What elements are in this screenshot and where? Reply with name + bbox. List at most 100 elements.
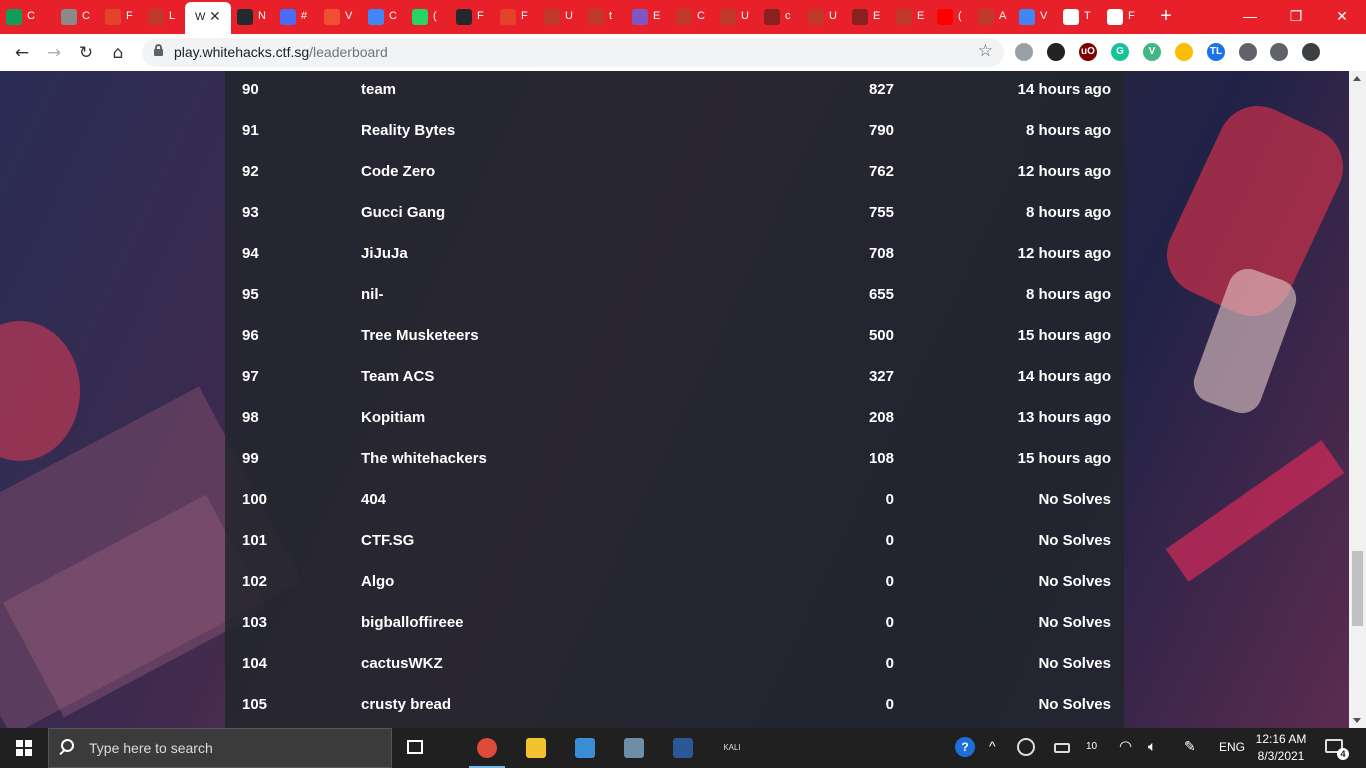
address-bar[interactable]: play.whitehacks.ctf.sg/leaderboard ☆	[142, 38, 1004, 67]
background-disc-shape	[0, 321, 80, 461]
rank-cell: 103	[242, 614, 268, 631]
browser-tab[interactable]: T	[1057, 5, 1099, 30]
team-name-link[interactable]: nil-	[361, 286, 384, 303]
reload-button[interactable]: ↻	[74, 41, 98, 65]
close-tab-icon[interactable]: ✕	[209, 9, 221, 25]
team-name-link[interactable]: Tree Musketeers	[361, 327, 479, 344]
snipping-tool-icon[interactable]	[622, 736, 646, 760]
puzzle-extension-icon[interactable]	[1239, 43, 1257, 61]
vue-extension-icon[interactable]: V	[1143, 43, 1161, 61]
chrome-icon[interactable]	[469, 736, 505, 768]
browser-tab[interactable]: F	[494, 5, 536, 30]
battery-icon[interactable]	[1054, 743, 1070, 753]
browser-tab[interactable]: U	[714, 5, 756, 30]
kali-icon[interactable]: KALI	[720, 736, 744, 760]
leaderboard-row: 99 The whitehackers 108 15 hours ago	[225, 440, 1124, 481]
browser-tab[interactable]: (	[406, 5, 448, 30]
browser-tab[interactable]: N	[231, 5, 273, 30]
translate-extension-icon[interactable]: TL	[1207, 43, 1225, 61]
url-text[interactable]: play.whitehacks.ctf.sg/leaderboard	[174, 44, 388, 60]
team-name-link[interactable]: Reality Bytes	[361, 122, 455, 139]
browser-tab[interactable]: L	[142, 5, 184, 30]
windows-taskbar: Type here to search KALI ? ^ 10 ◠ 🔈︎ ✎ E…	[0, 728, 1366, 768]
taskbar-search-box[interactable]: Type here to search	[48, 728, 392, 768]
browser-tab[interactable]: A	[972, 5, 1014, 30]
help-icon[interactable]: ?	[955, 737, 975, 757]
url-path: /leaderboard	[309, 44, 388, 60]
browser-tab[interactable]: E	[890, 5, 932, 30]
playlist-icon[interactable]	[1270, 43, 1288, 61]
browser-tab[interactable]: E	[626, 5, 668, 30]
volume-icon[interactable]: 🔈︎	[1148, 738, 1156, 755]
browser-tab[interactable]: F	[1101, 5, 1143, 30]
mask-extension-icon[interactable]	[1047, 43, 1065, 61]
browser-tab[interactable]: C	[0, 5, 42, 30]
team-name-link[interactable]: team	[361, 81, 396, 98]
team-name-link[interactable]: Code Zero	[361, 163, 435, 180]
task-view-icon[interactable]	[404, 736, 428, 760]
ublock-extension-icon[interactable]: uO	[1079, 43, 1097, 61]
browser-tab[interactable]: F	[99, 5, 141, 30]
chevron-up-icon[interactable]: ^	[989, 738, 996, 754]
pen-icon[interactable]: ✎	[1184, 738, 1196, 755]
browser-tab[interactable]: t	[582, 5, 624, 30]
windows-logo-icon	[16, 740, 32, 756]
browser-tab[interactable]: U	[538, 5, 580, 30]
scrollbar-thumb[interactable]	[1352, 551, 1363, 626]
lock-icon[interactable]	[154, 44, 163, 56]
team-name-link[interactable]: The whitehackers	[361, 450, 487, 467]
maximize-button[interactable]: ❐	[1273, 4, 1319, 28]
grammarly-extension-icon[interactable]: G	[1111, 43, 1129, 61]
browser-tab[interactable]: c	[758, 5, 800, 30]
team-name-link[interactable]: CTF.SG	[361, 532, 414, 549]
control-panel-icon[interactable]	[573, 736, 597, 760]
drive-extension-icon[interactable]	[1175, 43, 1193, 61]
team-name-link[interactable]: bigballoffireee	[361, 614, 464, 631]
team-name-link[interactable]: Algo	[361, 573, 394, 590]
browser-tab[interactable]: W ✕	[185, 2, 231, 34]
last-solve-time: 14 hours ago	[1017, 368, 1111, 385]
team-name-link[interactable]: Kopitiam	[361, 409, 425, 426]
scroll-down-arrow[interactable]	[1353, 718, 1361, 723]
gitlab-icon	[105, 9, 121, 25]
browser-tab[interactable]: (	[931, 5, 973, 30]
home-button[interactable]: ⌂	[106, 41, 130, 65]
score-cell: 708	[868, 245, 894, 262]
browser-tab[interactable]: C	[670, 5, 712, 30]
browser-tab[interactable]: U	[802, 5, 844, 30]
steam-icon[interactable]	[1017, 738, 1035, 756]
powershell-icon[interactable]	[671, 736, 695, 760]
status-icon[interactable]: 10	[1086, 741, 1097, 752]
new-tab-button[interactable]: +	[1155, 5, 1177, 27]
shield-extension-icon[interactable]	[1015, 43, 1033, 61]
browser-tab[interactable]: V	[318, 5, 360, 30]
team-name-link[interactable]: 404	[361, 491, 386, 508]
forward-button[interactable]: →	[42, 41, 66, 65]
close-window-button[interactable]: ✕	[1319, 4, 1365, 28]
leaderboard-row: 94 JiJuJa 708 12 hours ago	[225, 235, 1124, 276]
team-name-link[interactable]: Gucci Gang	[361, 204, 445, 221]
wifi-icon[interactable]: ◠	[1119, 737, 1132, 755]
browser-tab[interactable]: E	[846, 5, 888, 30]
browser-tab[interactable]: C	[55, 5, 97, 30]
file-explorer-icon[interactable]	[524, 736, 548, 760]
team-name-link[interactable]: JiJuJa	[361, 245, 408, 262]
profile-avatar[interactable]	[1302, 43, 1320, 61]
start-button[interactable]	[0, 728, 48, 768]
scroll-up-arrow[interactable]	[1353, 76, 1361, 81]
system-clock[interactable]: 12:16 AM 8/3/2021	[1250, 731, 1312, 765]
browser-tab[interactable]: V	[1013, 5, 1055, 30]
minimize-button[interactable]: —	[1227, 4, 1273, 28]
score-cell: 0	[885, 573, 894, 590]
globe-icon	[61, 9, 77, 25]
team-name-link[interactable]: cactusWKZ	[361, 655, 443, 672]
bookmark-star-icon[interactable]: ☆	[978, 41, 993, 61]
team-name-link[interactable]: crusty bread	[361, 696, 451, 713]
back-button[interactable]: ←	[10, 41, 34, 65]
page-scrollbar[interactable]	[1349, 71, 1366, 728]
browser-tab[interactable]: #	[274, 5, 316, 30]
team-name-link[interactable]: Team ACS	[361, 368, 434, 385]
browser-tab[interactable]: C	[362, 5, 404, 30]
language-indicator[interactable]: ENG	[1219, 740, 1245, 754]
browser-tab[interactable]: F	[450, 5, 492, 30]
